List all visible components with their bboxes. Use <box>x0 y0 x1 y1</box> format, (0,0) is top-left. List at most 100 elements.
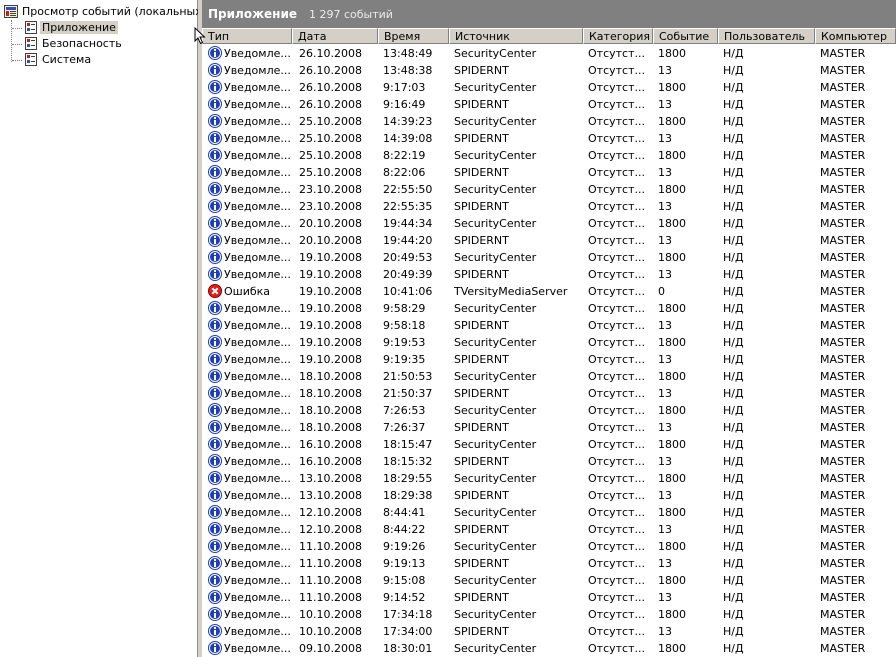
table-row[interactable]: Уведомле... 26.10.2008 13:48:38 SPIDERNT Отс… <box>202 62 896 79</box>
table-row[interactable]: Уведомле... 19.10.2008 9:19:35 SPIDERNT Отсу… <box>202 351 896 368</box>
cell-computer: MASTER <box>820 625 866 638</box>
cell-type: Уведомле... <box>208 640 296 657</box>
cell-source: SPIDERNT <box>454 319 509 332</box>
column-header-computer[interactable]: Компьютер <box>815 28 896 44</box>
table-row[interactable]: Уведомле... 20.10.2008 19:44:20 SPIDERNT Отс… <box>202 232 896 249</box>
table-row[interactable]: Уведомле... 19.10.2008 20:49:53 SecurityCen… <box>202 249 896 266</box>
table-row[interactable]: Уведомле... 23.10.2008 22:55:50 SecurityCen… <box>202 181 896 198</box>
pane-title-bar: Приложение 1 297 событий <box>202 0 896 28</box>
type-label: Уведомле... <box>224 217 291 230</box>
cell-category: Отсутст... <box>588 523 645 536</box>
table-row[interactable]: Уведомле... 11.10.2008 9:19:26 SecurityCent… <box>202 538 896 555</box>
cell-category: Отсутст... <box>588 251 645 264</box>
cell-type: Ошибка <box>208 283 296 300</box>
column-header-type[interactable]: Тип <box>202 28 292 44</box>
tree-pane: Просмотр событий (локальных) Приложение … <box>0 0 206 657</box>
info-icon <box>208 46 222 60</box>
cell-time: 9:16:49 <box>383 98 426 111</box>
table-row[interactable]: Уведомле... 19.10.2008 9:19:53 SecurityCent… <box>202 334 896 351</box>
cell-type: Уведомле... <box>208 589 296 606</box>
cell-computer: MASTER <box>820 285 866 298</box>
cell-source: SPIDERNT <box>454 625 509 638</box>
cell-computer: MASTER <box>820 472 866 485</box>
tree-item-application[interactable]: Приложение <box>24 20 118 36</box>
table-row[interactable]: Уведомле... 11.10.2008 9:14:52 SPIDERNT Отсу… <box>202 589 896 606</box>
cell-date: 26.10.2008 <box>299 81 362 94</box>
column-header-source[interactable]: Источник <box>449 28 583 44</box>
table-row[interactable]: Уведомле... 11.10.2008 9:15:08 SecurityCent… <box>202 572 896 589</box>
tree-item-security[interactable]: Безопасность <box>24 36 124 52</box>
cell-date: 10.10.2008 <box>299 625 362 638</box>
info-icon <box>208 182 222 196</box>
table-row[interactable]: Уведомле... 18.10.2008 7:26:37 SPIDERNT Отсу… <box>202 419 896 436</box>
cell-computer: MASTER <box>820 98 866 111</box>
cell-user: Н/Д <box>723 98 744 111</box>
cell-computer: MASTER <box>820 370 866 383</box>
cell-user: Н/Д <box>723 200 744 213</box>
column-header-row: Тип Дата Время Источник Категория Событи… <box>202 28 896 44</box>
table-row[interactable]: Уведомле... 19.10.2008 9:58:29 SecurityCent… <box>202 300 896 317</box>
cell-user: Н/Д <box>723 353 744 366</box>
tree-item-system[interactable]: Система <box>24 52 93 68</box>
cell-type: Уведомле... <box>208 487 296 504</box>
cell-category: Отсутст... <box>588 370 645 383</box>
cell-user: Н/Д <box>723 370 744 383</box>
table-row[interactable]: Уведомле... 19.10.2008 9:58:18 SPIDERNT Отсу… <box>202 317 896 334</box>
cell-user: Н/Д <box>723 642 744 655</box>
cell-source: SecurityCenter <box>454 336 537 349</box>
event-viewer-icon <box>4 4 18 18</box>
cell-time: 21:50:53 <box>383 370 433 383</box>
table-row[interactable]: Уведомле... 26.10.2008 9:17:03 SecurityCent… <box>202 79 896 96</box>
table-row[interactable]: Уведомле... 18.10.2008 21:50:37 SPIDERNT Отс… <box>202 385 896 402</box>
cell-event: 13 <box>658 166 672 179</box>
cell-user: Н/Д <box>723 166 744 179</box>
cell-date: 09.10.2008 <box>299 642 362 655</box>
cell-category: Отсутст... <box>588 353 645 366</box>
table-row[interactable]: Уведомле... 09.10.2008 18:30:01 SecurityCen… <box>202 640 896 657</box>
table-row[interactable]: Уведомле... 11.10.2008 9:19:13 SPIDERNT Отсу… <box>202 555 896 572</box>
cell-event: 1800 <box>658 115 686 128</box>
type-label: Уведомле... <box>224 506 291 519</box>
log-icon <box>25 20 37 34</box>
cell-computer: MASTER <box>820 506 866 519</box>
table-row[interactable]: Уведомле... 25.10.2008 8:22:19 SecurityCent… <box>202 147 896 164</box>
table-row[interactable]: Уведомле... 18.10.2008 21:50:53 SecurityCen… <box>202 368 896 385</box>
cell-event: 1800 <box>658 251 686 264</box>
table-row[interactable]: Ошибка 19.10.2008 10:41:06 TVersityMediaSer… <box>202 283 896 300</box>
table-row[interactable]: Уведомле... 10.10.2008 17:34:00 SPIDERNT Отс… <box>202 623 896 640</box>
cell-category: Отсутст... <box>588 115 645 128</box>
column-header-category[interactable]: Категория <box>583 28 653 44</box>
table-row[interactable]: Уведомле... 13.10.2008 18:29:38 SPIDERNT Отс… <box>202 487 896 504</box>
column-header-date[interactable]: Дата <box>292 28 378 44</box>
column-header-user[interactable]: Пользователь <box>718 28 815 44</box>
table-row[interactable]: Уведомле... 23.10.2008 22:55:35 SPIDERNT Отс… <box>202 198 896 215</box>
table-row[interactable]: Уведомле... 12.10.2008 8:44:22 SPIDERNT Отсу… <box>202 521 896 538</box>
table-row[interactable]: Уведомле... 16.10.2008 18:15:32 SPIDERNT Отс… <box>202 453 896 470</box>
table-row[interactable]: Уведомле... 19.10.2008 20:49:39 SPIDERNT Отс… <box>202 266 896 283</box>
cell-time: 19:44:20 <box>383 234 433 247</box>
table-row[interactable]: Уведомле... 16.10.2008 18:15:47 SecurityCen… <box>202 436 896 453</box>
table-row[interactable]: Уведомле... 26.10.2008 13:48:49 SecurityCen… <box>202 45 896 62</box>
cell-date: 12.10.2008 <box>299 523 362 536</box>
table-row[interactable]: Уведомле... 20.10.2008 19:44:34 SecurityCen… <box>202 215 896 232</box>
table-row[interactable]: Уведомле... 25.10.2008 8:22:06 SPIDERNT Отсу… <box>202 164 896 181</box>
cell-date: 26.10.2008 <box>299 64 362 77</box>
table-row[interactable]: Уведомле... 12.10.2008 8:44:41 SecurityCent… <box>202 504 896 521</box>
cell-source: SPIDERNT <box>454 421 509 434</box>
info-icon <box>208 80 222 94</box>
table-row[interactable]: Уведомле... 26.10.2008 9:16:49 SPIDERNT Отсу… <box>202 96 896 113</box>
cell-category: Отсутст... <box>588 47 645 60</box>
cell-user: Н/Д <box>723 506 744 519</box>
tree-root[interactable]: Просмотр событий (локальных) <box>4 4 208 20</box>
table-row[interactable]: Уведомле... 10.10.2008 17:34:18 SecurityCen… <box>202 606 896 623</box>
column-header-event[interactable]: Событие <box>653 28 718 44</box>
cell-date: 11.10.2008 <box>299 591 362 604</box>
table-row[interactable]: Уведомле... 25.10.2008 14:39:08 SPIDERNT Отс… <box>202 130 896 147</box>
cell-type: Уведомле... <box>208 249 296 266</box>
column-header-time[interactable]: Время <box>378 28 449 44</box>
table-row[interactable]: Уведомле... 25.10.2008 14:39:23 SecurityCen… <box>202 113 896 130</box>
cell-category: Отсутст... <box>588 472 645 485</box>
cell-user: Н/Д <box>723 523 744 536</box>
table-row[interactable]: Уведомле... 13.10.2008 18:29:55 SecurityCen… <box>202 470 896 487</box>
table-row[interactable]: Уведомле... 18.10.2008 7:26:53 SecurityCent… <box>202 402 896 419</box>
